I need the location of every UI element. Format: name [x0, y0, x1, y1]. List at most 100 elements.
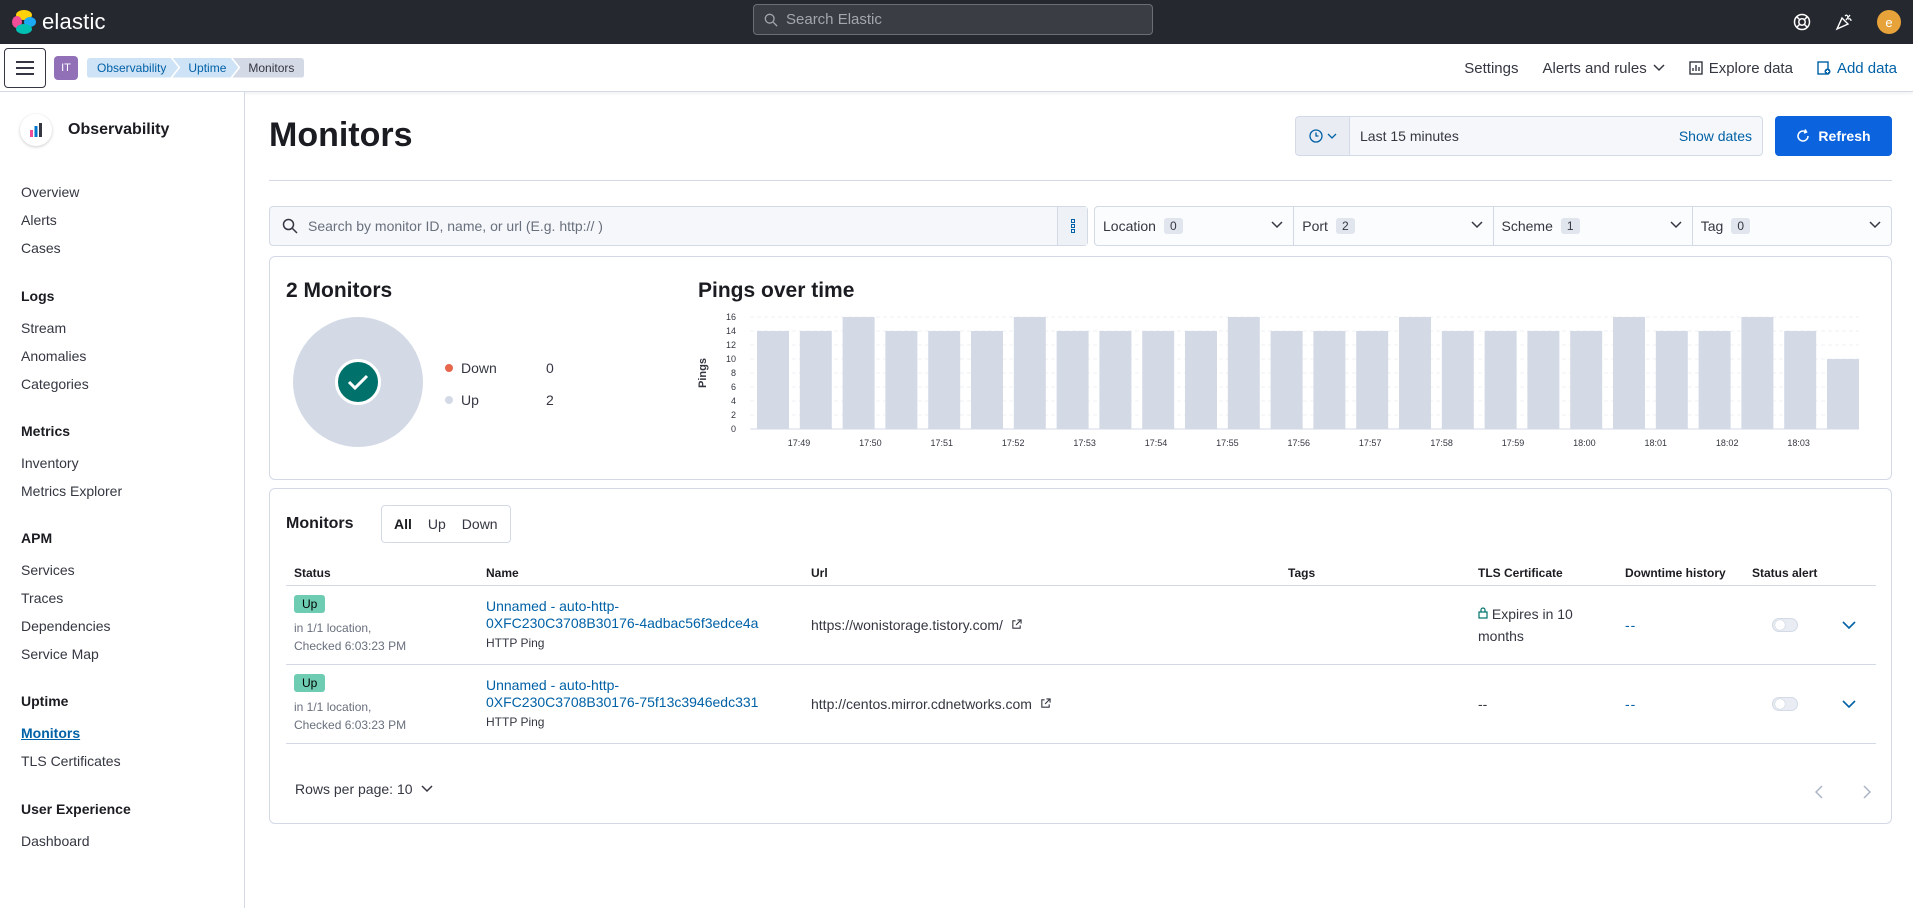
previous-page-icon[interactable] — [1815, 785, 1823, 799]
column-url[interactable]: Url — [803, 561, 1280, 586]
downtime-value: -- — [1625, 616, 1637, 633]
monitor-list-panel: Monitors All Up Down Status Name Url Tag… — [269, 488, 1892, 824]
sidebar-item-cases[interactable]: Cases — [21, 234, 79, 262]
checked-text: Checked 6:03:23 PM — [294, 717, 407, 732]
sidebar-item-stream[interactable]: Stream — [21, 314, 89, 342]
sidebar-item-services[interactable]: Services — [21, 556, 111, 584]
expand-row-chevron-icon[interactable] — [1842, 699, 1856, 709]
monitor-name-link[interactable]: Unnamed - auto-http- 0XFC230C3708B30176-… — [486, 598, 795, 632]
sidebar-item-categories[interactable]: Categories — [21, 370, 89, 398]
filter-scheme[interactable]: Scheme 1 — [1494, 207, 1693, 245]
monitor-url-link[interactable]: https://wonistorage.tistory.com/ — [811, 617, 1022, 633]
status-alert-toggle[interactable] — [1772, 617, 1798, 632]
filter-bar: Search by monitor ID, name, or url (E.g.… — [269, 206, 1892, 246]
breadcrumb-uptime[interactable]: Uptime — [172, 58, 238, 78]
cell-status: Up in 1/1 location, Checked 6:03:23 PM — [286, 664, 478, 744]
x-tick-label: 17:49 — [788, 438, 811, 448]
monitor-name-line: 0XFC230C3708B30176-4adbac56f3edce4a — [486, 614, 759, 631]
header-actions: Settings Alerts and rules Explore data A… — [1440, 44, 1897, 92]
chevron-down-icon — [1470, 221, 1483, 229]
sidebar-item-overview[interactable]: Overview — [21, 178, 79, 206]
filter-group: Location 0 Port 2 Scheme 1 Tag 0 — [1094, 206, 1892, 246]
side-nav: Observability Overview Alerts Cases Logs… — [0, 92, 245, 908]
tls-expiry-text: Expires in 10 months — [1478, 605, 1573, 644]
y-tick-label: 10 — [726, 354, 736, 364]
ping-bar — [1698, 331, 1731, 429]
summary-panel: 2 Monitors Down 0 Up 2 Pings over time 0… — [269, 256, 1892, 480]
breadcrumb-observability[interactable]: Observability — [87, 58, 178, 78]
filter-location[interactable]: Location 0 — [1095, 207, 1295, 245]
monitor-search-input[interactable]: Search by monitor ID, name, or url (E.g.… — [269, 206, 1088, 246]
filter-count: 1 — [1560, 218, 1580, 234]
x-tick-label: 18:01 — [1645, 438, 1668, 448]
sidebar-item-metrics-explorer[interactable]: Metrics Explorer — [21, 477, 122, 505]
sidebar-item-dashboard[interactable]: Dashboard — [21, 827, 131, 855]
status-filter-up[interactable]: Up — [420, 516, 454, 532]
status-alert-toggle[interactable] — [1772, 696, 1798, 711]
column-status[interactable]: Status — [286, 561, 478, 586]
sidebar-item-inventory[interactable]: Inventory — [21, 449, 122, 477]
ping-bar — [1099, 331, 1132, 429]
monitor-name-line: Unnamed - auto-http- — [486, 676, 620, 693]
refresh-button[interactable]: Refresh — [1775, 116, 1892, 156]
sidebar-item-dependencies[interactable]: Dependencies — [21, 612, 111, 640]
settings-link[interactable]: Settings — [1464, 60, 1518, 77]
sidebar-title: Observability — [68, 121, 170, 138]
search-icon — [282, 218, 298, 234]
filter-port[interactable]: Port 2 — [1294, 207, 1494, 245]
alerts-rules-label: Alerts and rules — [1542, 59, 1647, 77]
filter-count: 2 — [1335, 218, 1355, 234]
alerts-rules-menu[interactable]: Alerts and rules — [1542, 59, 1665, 77]
refresh-label: Refresh — [1818, 128, 1871, 144]
status-filter-group: All Up Down — [381, 505, 511, 543]
expand-row-chevron-icon[interactable] — [1842, 620, 1856, 630]
column-name[interactable]: Name — [478, 561, 803, 586]
sidebar-group-title: Uptime — [21, 693, 69, 709]
downtime-value: -- — [1625, 695, 1637, 712]
sidebar-group-uptime: Uptime Monitors TLS Certificates — [21, 693, 121, 775]
monitor-count-title: 2 Monitors — [286, 279, 393, 302]
user-avatar[interactable]: e — [1877, 10, 1901, 34]
next-page-icon[interactable] — [1863, 785, 1871, 799]
chevron-down-icon — [1327, 133, 1336, 139]
news-feed-icon[interactable] — [1835, 13, 1853, 31]
column-status-alert: Status alert — [1744, 561, 1834, 586]
sidebar-item-alerts[interactable]: Alerts — [21, 206, 79, 234]
sidebar-item-service-map[interactable]: Service Map — [21, 640, 111, 668]
filter-label: Port — [1302, 218, 1328, 234]
help-icon[interactable] — [1793, 13, 1811, 31]
ping-bar — [1185, 331, 1217, 429]
sidebar-item-anomalies[interactable]: Anomalies — [21, 342, 89, 370]
status-badge: Up — [294, 594, 326, 613]
rows-per-page-button[interactable]: Rows per page: 10 — [295, 781, 433, 797]
sidebar-item-traces[interactable]: Traces — [21, 584, 111, 612]
pagination — [1815, 785, 1871, 799]
external-link-icon — [1012, 618, 1022, 629]
show-dates-button[interactable]: Show dates — [1679, 128, 1752, 144]
menu-toggle-button[interactable] — [4, 47, 46, 88]
quick-select-button[interactable] — [1296, 117, 1350, 155]
add-data-link[interactable]: Add data — [1817, 60, 1897, 77]
monitor-name-link[interactable]: Unnamed - auto-http- 0XFC230C3708B30176-… — [486, 677, 795, 711]
status-filter-all[interactable]: All — [386, 516, 420, 532]
status-filter-down[interactable]: Down — [454, 516, 506, 532]
down-dot-icon — [445, 364, 453, 372]
sidebar-group-title: APM — [21, 530, 53, 546]
monitor-url-link[interactable]: http://centos.mirror.cdnetworks.com — [811, 696, 1051, 712]
x-tick-label: 17:52 — [1002, 438, 1025, 448]
query-options-button[interactable] — [1057, 207, 1087, 245]
time-range-display[interactable]: Last 15 minutes — [1360, 128, 1679, 144]
elastic-logo[interactable]: elastic — [12, 9, 106, 35]
global-search-input[interactable]: Search Elastic — [753, 4, 1153, 35]
cell-tls: Expires in 10 months — [1470, 585, 1617, 665]
sidebar-item-tls-certificates[interactable]: TLS Certificates — [21, 747, 121, 775]
sidebar-item-monitors[interactable]: Monitors — [21, 719, 121, 747]
filter-label: Scheme — [1501, 218, 1553, 234]
filter-tag[interactable]: Tag 0 — [1693, 207, 1891, 245]
column-downtime: Downtime history — [1617, 561, 1744, 586]
space-avatar[interactable]: IT — [54, 55, 78, 80]
x-tick-label: 17:59 — [1502, 438, 1525, 448]
x-tick-label: 17:51 — [931, 438, 954, 448]
y-tick-label: 12 — [726, 340, 736, 350]
explore-data-link[interactable]: Explore data — [1689, 60, 1793, 77]
